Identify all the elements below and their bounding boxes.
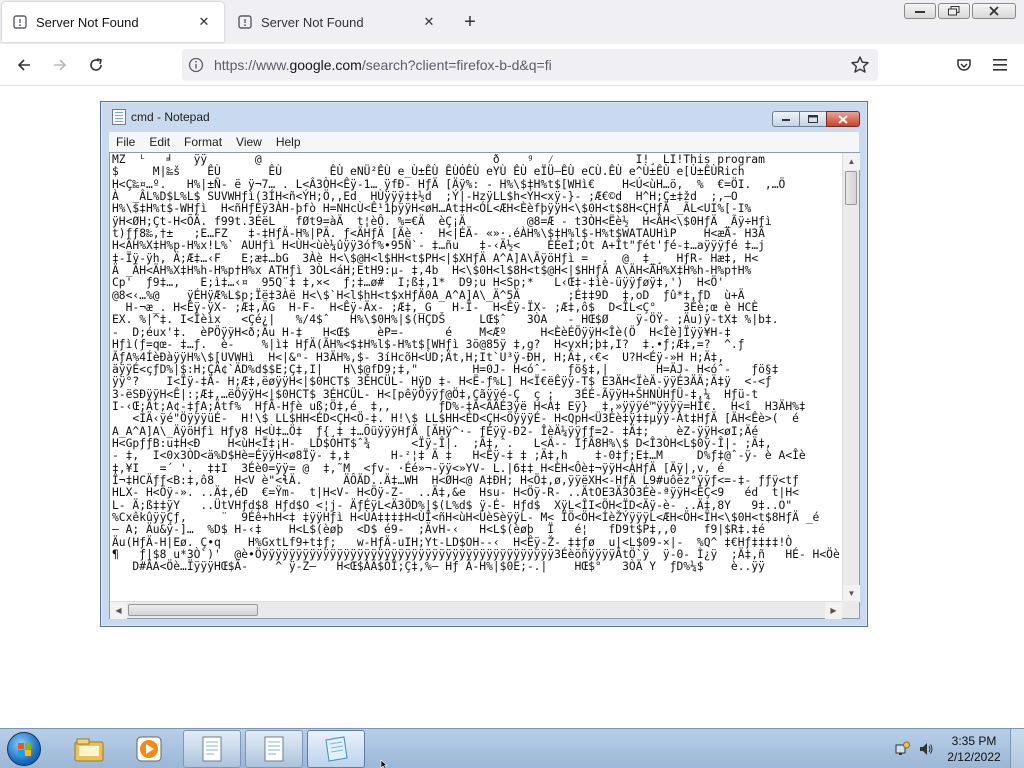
notepad-close-button[interactable] [826, 111, 860, 127]
vertical-scroll-thumb[interactable] [845, 171, 857, 205]
new-tab-plus-icon[interactable]: + [458, 10, 482, 34]
taskbar-notepad-window-1[interactable] [183, 730, 241, 768]
notepad-maximize-button[interactable] [799, 111, 827, 127]
warning-page-icon [237, 14, 253, 30]
windows-logo-icon [7, 732, 41, 766]
text-line: D#ÄA<Öè…ÏÿÿÿHŒ$Ä- ^ ÿ-Z— H<Œ$ÀÄ$ÓÎ;Ç‡,%—… [112, 560, 765, 574]
close-window-button[interactable] [972, 3, 1016, 19]
scrollbar-corner [842, 601, 859, 618]
notepad-window-controls [772, 111, 860, 127]
text-line: — A; Äu&ÿ-]… %D$ H-‹‡ H<L$(èøþ <D$ é9- ;… [112, 523, 765, 537]
text-line: H%\$‡H%t$-WHƒì H<ñHƒÉÿ3ÀH-þfò H=NHcÙ<Ê¹1… [112, 202, 752, 216]
text-line: Hƒì(ƒ=qœ- ‡…ƒ. è- %|ì‡ HƒÄ(ÃH%<$‡H%l$-H%… [112, 338, 745, 352]
taskbar-media-player-icon[interactable] [120, 730, 178, 768]
pocket-icon[interactable] [952, 53, 976, 77]
menu-view[interactable]: View [229, 135, 269, 149]
text-line: HLX- H<Öÿ-». ..Ä‡,éD €=Ÿm- t|H<V- H<Öÿ-Z… [112, 486, 799, 500]
tab-title: Server Not Found [261, 14, 364, 30]
text-line: EX. %|^‡. I<Îèìx <Çé¿| %/4$ˆ H%\$0H%|$(H… [112, 313, 786, 327]
horizontal-scroll-thumb[interactable] [128, 604, 258, 616]
site-info-icon[interactable] [188, 57, 204, 73]
text-line: ‐ ‡, I<0x3ÒD<ä%D$Hè=ÉÿÿH<ø8Ïÿ- ‡,‡ H-ᶻ¦‡… [112, 449, 806, 463]
notepad-menubar: File Edit Format View Help [109, 132, 859, 152]
text-line: $ M|‱š ÊÙ ÊÙ ÊÙ eNÜ²ÊÙ e_Ù±ÊÙ ÊÙÓÊÙ eYÙ … [112, 165, 745, 179]
text-line: <ÌÄ‹ÿé"ÖÿÿÿüÉ- H!\$ LL$HH<ÉD<ÇH<Ö-‡. H!\… [112, 412, 799, 426]
address-bar[interactable]: https://www.google.com/search?client=fir… [182, 49, 878, 81]
notepad-app-icon [112, 109, 126, 125]
bookmark-star-icon[interactable] [850, 55, 870, 75]
taskbar-clock[interactable]: 3:35 PM 2/12/2022 [942, 733, 1006, 765]
notepad-text-content[interactable]: MZ ᴸ ╛ ÿÿ @ ð ᵍ ⁄ Í!¸ LÍ!This program $ M… [112, 154, 840, 600]
notepad-titlebar[interactable]: cmd - Notepad [101, 102, 867, 132]
url-text: https://www.google.com/search?client=fir… [214, 57, 552, 73]
notepad-title: cmd - Notepad [131, 110, 210, 124]
back-arrow-icon[interactable] [12, 53, 36, 77]
menu-edit[interactable]: Edit [142, 135, 177, 149]
notepad-edit-area[interactable]: MZ ᴸ ╛ ÿÿ @ ð ᵍ ⁄ Í!¸ LÍ!This program $ M… [109, 152, 860, 619]
menu-format[interactable]: Format [177, 135, 229, 149]
taskbar-explorer-icon[interactable] [60, 730, 118, 768]
tab-server-not-found-active[interactable]: Server Not Found ✕ [2, 2, 224, 42]
system-tray: 3:35 PM 2/12/2022 [894, 729, 1024, 768]
browser-navbar: https://www.google.com/search?client=fir… [0, 44, 1024, 86]
clock-time: 3:35 PM [951, 734, 997, 748]
warning-page-icon [12, 14, 28, 30]
tab-server-not-found[interactable]: Server Not Found ✕ [227, 2, 449, 42]
browser-tabbar: Server Not Found ✕ Server Not Found ✕ + [0, 0, 1024, 44]
taskbar-notepad-window-2[interactable] [245, 730, 303, 768]
start-button[interactable] [4, 731, 44, 767]
reload-icon[interactable] [84, 53, 108, 77]
menu-file[interactable]: File [109, 135, 142, 149]
forward-arrow-icon[interactable] [48, 53, 72, 77]
notepad-minimize-button[interactable] [772, 111, 800, 127]
vertical-scrollbar[interactable]: ▲ ▼ [842, 153, 860, 602]
scroll-right-arrow-icon[interactable]: ▶ [825, 602, 842, 619]
mouse-cursor-icon [380, 760, 388, 768]
windows-taskbar: 3:35 PM 2/12/2022 [0, 728, 1024, 768]
close-tab-icon[interactable]: ✕ [194, 12, 214, 32]
text-line: Cp' ƒ9‡…, E;ì‡…‹¤ 95Q¨‡ ‡,×< ƒ;‡…ø# I;ß‡… [112, 276, 725, 290]
taskbar-notepad-window-active[interactable] [307, 730, 365, 768]
restore-button[interactable] [938, 3, 970, 19]
text-line: ÿÿ°? I<Ïÿ-‡Ä- H;Æ‡,ëøÿÿH<|$0HCT$ 3ÉHCÜL-… [112, 375, 772, 389]
volume-icon[interactable] [918, 741, 934, 757]
notepad-window: cmd - Notepad File Edit Format View Help… [100, 101, 868, 627]
network-icon[interactable] [894, 741, 910, 757]
close-tab-icon[interactable]: ✕ [419, 12, 439, 32]
scroll-left-arrow-icon[interactable]: ◀ [110, 602, 127, 619]
scroll-up-arrow-icon[interactable]: ▲ [843, 153, 860, 170]
show-desktop-button[interactable] [1010, 729, 1024, 768]
clock-date: 2/12/2022 [947, 750, 1001, 764]
scroll-down-arrow-icon[interactable]: ▼ [843, 585, 860, 602]
text-line: ÃƒA%4ÍèÐàÿÿH%\$[UVWHì H<|&ᵐ- H3ÄH%,$- 3í… [112, 350, 725, 364]
hamburger-menu-icon[interactable] [988, 53, 1012, 77]
horizontal-scrollbar[interactable]: ◀ ▶ [110, 601, 842, 619]
browser-window-controls [904, 3, 1016, 19]
text-line: H<ÄH%X‡H%p-H%x!L%` AUHƒì H<ÙH<ùè¼ûÿÿ3óf%… [112, 239, 765, 253]
menu-help[interactable]: Help [269, 135, 308, 149]
tab-title: Server Not Found [36, 14, 139, 30]
minimize-button[interactable] [904, 3, 936, 19]
